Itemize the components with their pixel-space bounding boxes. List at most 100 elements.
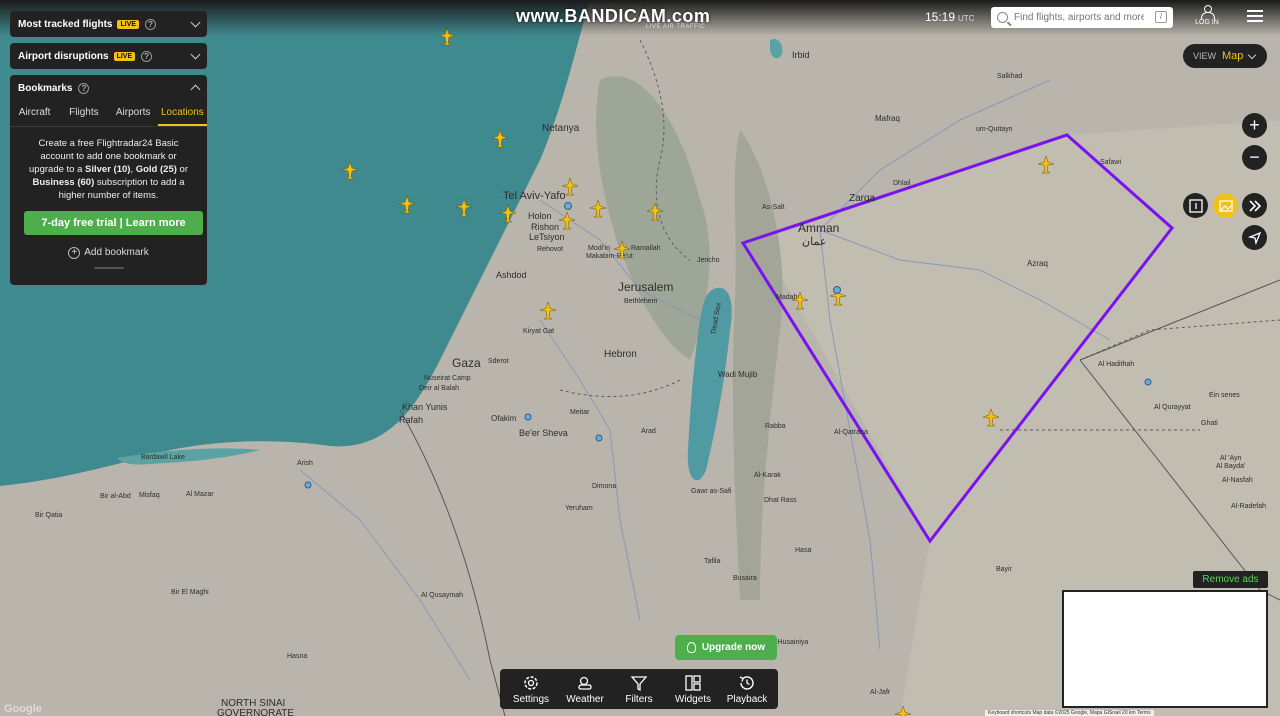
- airport-icon[interactable]: [524, 413, 532, 421]
- city-label: As-Salt: [762, 204, 785, 211]
- chevron-down-icon[interactable]: [190, 49, 201, 60]
- city-label: Dhat Rass: [764, 497, 797, 504]
- business-tier: Business (60): [32, 177, 95, 188]
- view-selector[interactable]: VIEW Map: [1183, 44, 1267, 68]
- screenshot-widget-button[interactable]: [1213, 193, 1238, 218]
- most-tracked-panel[interactable]: Most tracked flights LIVE ?: [10, 11, 207, 37]
- bookmarks-header[interactable]: Bookmarks ?: [10, 75, 207, 101]
- lightbulb-icon: [686, 642, 696, 653]
- google-logo: Google: [4, 703, 42, 715]
- region-label: GOVERNORATE: [217, 708, 294, 716]
- city-label: Tel Aviv-Yafo: [503, 190, 566, 202]
- city-label: Deir al Balah: [419, 385, 459, 392]
- city-label: Arad: [641, 428, 656, 435]
- plus-circle-icon: +: [68, 246, 81, 259]
- city-label: Busaira: [733, 575, 757, 582]
- image-icon: [1218, 199, 1233, 212]
- chevron-down-icon[interactable]: [190, 17, 201, 28]
- minus-icon: −: [1249, 147, 1260, 167]
- view-value: Map: [1222, 50, 1244, 62]
- settings-button[interactable]: Settings: [505, 674, 557, 705]
- city-label: Salkhad: [997, 73, 1022, 80]
- tab-airports[interactable]: Airports: [109, 101, 158, 126]
- city-label: Rehovot: [537, 246, 563, 253]
- city-label: Mafraq: [875, 114, 900, 123]
- city-label: Ramallah: [631, 245, 661, 252]
- ad-placeholder: [1062, 590, 1268, 708]
- weather-icon: [578, 676, 592, 690]
- playback-button[interactable]: Playback: [721, 674, 773, 705]
- city-label: Rafah: [399, 415, 423, 425]
- menu-icon[interactable]: [1247, 10, 1263, 24]
- help-icon[interactable]: ?: [78, 82, 90, 94]
- widgets-label: Widgets: [674, 693, 712, 705]
- airport-disruptions-title: Airport disruptions: [18, 50, 109, 62]
- login-button[interactable]: LOG IN: [1193, 5, 1221, 26]
- clock-timezone: UTC: [958, 14, 975, 23]
- city-label: Modi'in: [588, 245, 610, 252]
- remove-ads-button[interactable]: Remove ads: [1193, 571, 1268, 588]
- weather-button[interactable]: Weather: [559, 674, 611, 705]
- city-label: Nuseirat Camp: [424, 375, 471, 382]
- tab-flights[interactable]: Flights: [59, 101, 108, 126]
- city-label: Ghati: [1201, 420, 1218, 427]
- weather-label: Weather: [566, 693, 604, 705]
- city-label: Ofakim: [491, 414, 517, 423]
- most-tracked-header[interactable]: Most tracked flights LIVE ?: [10, 11, 207, 37]
- add-bookmark-button[interactable]: + Add bookmark: [24, 246, 193, 259]
- bookmarks-upsell: Create a free Flightradar24 Basic accoun…: [10, 127, 207, 277]
- airport-disruptions-panel[interactable]: Airport disruptions LIVE ?: [10, 43, 207, 69]
- city-label: Sderot: [488, 358, 509, 365]
- city-label: Tafila: [704, 558, 720, 565]
- airport-icon[interactable]: [304, 481, 312, 489]
- city-label: Wadi Mujib: [718, 370, 758, 379]
- zoom-out-button[interactable]: −: [1242, 145, 1267, 170]
- zoom-in-button[interactable]: +: [1242, 113, 1267, 138]
- city-label: عمان: [802, 236, 826, 248]
- airport-disruptions-header[interactable]: Airport disruptions LIVE ?: [10, 43, 207, 69]
- widgets-button[interactable]: Widgets: [667, 674, 719, 705]
- expand-panel-button[interactable]: [1242, 193, 1267, 218]
- city-label: Bethlehem: [624, 298, 658, 305]
- city-label: Bayir: [996, 566, 1013, 573]
- city-label: Al Qurayyat: [1154, 404, 1191, 411]
- city-label: Al-Nasfah: [1222, 477, 1253, 484]
- view-label: VIEW: [1193, 51, 1217, 61]
- free-trial-button[interactable]: 7-day free trial | Learn more: [24, 211, 203, 235]
- utc-clock: 15:19 UTC: [925, 10, 974, 24]
- my-location-button[interactable]: [1242, 225, 1267, 250]
- filters-button[interactable]: Filters: [613, 674, 665, 705]
- chevron-up-icon[interactable]: [190, 84, 201, 95]
- silver-tier: Silver (10): [85, 164, 131, 175]
- airport-icon[interactable]: [595, 434, 603, 442]
- widgets-icon: [685, 674, 701, 691]
- airport-icon[interactable]: [833, 286, 841, 294]
- city-label: Ashdod: [496, 270, 527, 280]
- city-label: Netanya: [542, 123, 580, 134]
- city-label: Al-Radefah: [1231, 503, 1266, 510]
- city-label: Irbid: [792, 50, 810, 60]
- airport-icon[interactable]: [1144, 378, 1152, 386]
- airport-icon[interactable]: [564, 202, 572, 210]
- scroll-handle[interactable]: [93, 267, 124, 269]
- upsell-text-part: or: [176, 164, 188, 175]
- upgrade-now-button[interactable]: Upgrade now: [675, 635, 777, 660]
- tab-locations[interactable]: Locations: [157, 101, 207, 126]
- search-box[interactable]: /: [991, 7, 1173, 28]
- city-label: Safawi: [1100, 159, 1121, 166]
- city-label: Hebron: [604, 349, 637, 360]
- map-attribution[interactable]: Keyboard shortcuts Map data ©2025 Google…: [985, 710, 1154, 716]
- tab-aircraft[interactable]: Aircraft: [10, 101, 59, 126]
- city-label: um-Quttayn: [976, 126, 1013, 133]
- search-input[interactable]: [1014, 12, 1144, 23]
- city-label: Holon: [528, 211, 552, 221]
- info-panel-button[interactable]: [1183, 193, 1208, 218]
- city-label: Al-Karak: [754, 472, 781, 479]
- city-label: Jerusalem: [618, 280, 673, 294]
- city-label: Bardawil Lake: [141, 454, 185, 461]
- city-label: Al-Qatrana: [834, 429, 868, 436]
- most-tracked-title: Most tracked flights: [18, 18, 113, 30]
- gear-icon: [524, 675, 538, 690]
- help-icon[interactable]: ?: [145, 18, 157, 30]
- help-icon[interactable]: ?: [141, 50, 153, 62]
